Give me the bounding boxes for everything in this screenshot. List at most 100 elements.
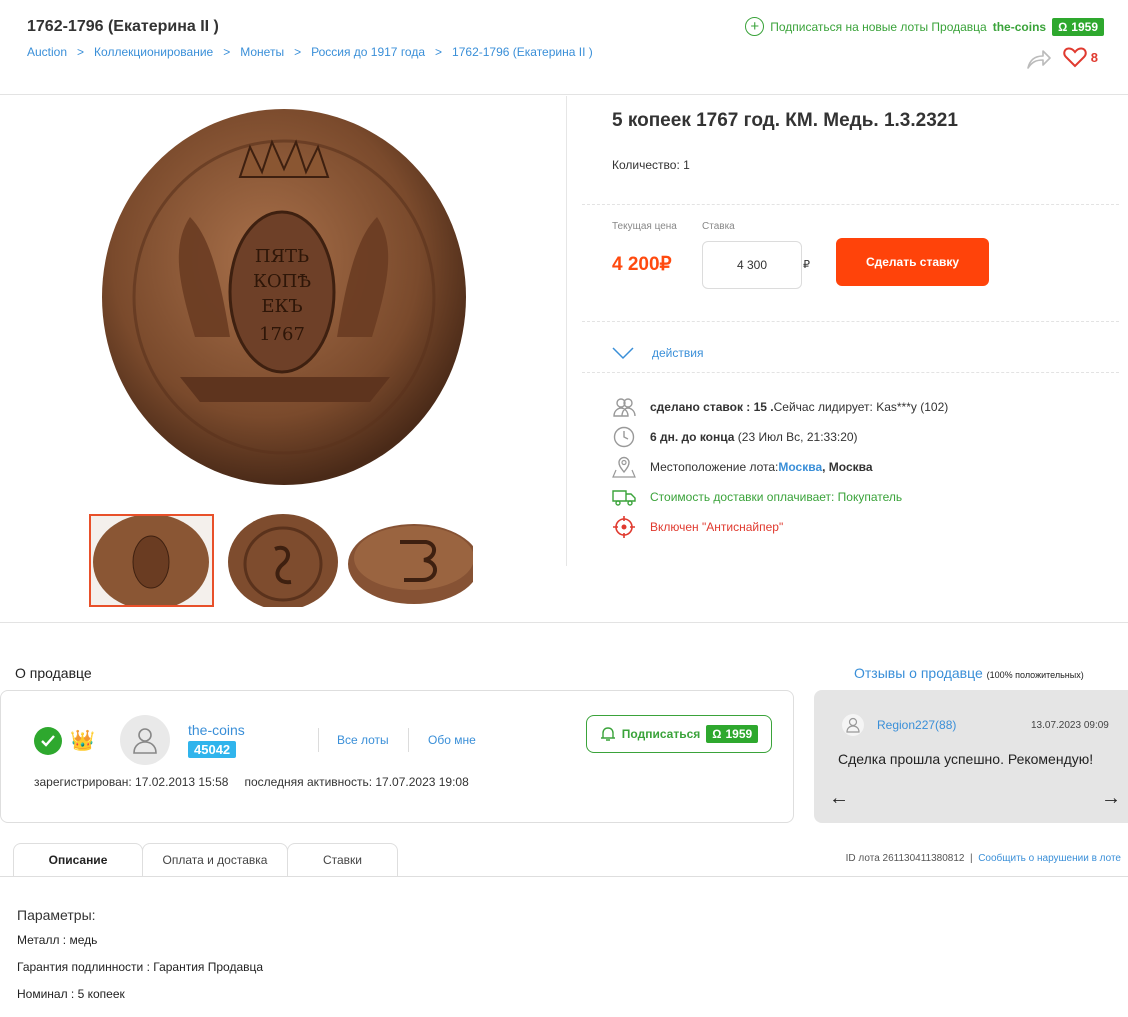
breadcrumb-separator: > — [294, 45, 302, 59]
seller-rating-badge: 45042 — [188, 741, 237, 758]
time-left: 6 дн. до конца — [650, 430, 735, 444]
reviews-title[interactable]: Отзывы о продавце (100% положительных) — [854, 665, 1084, 681]
breadcrumb-russia[interactable]: Россия до 1917 года — [311, 45, 425, 59]
all-lots-link[interactable]: Все лоты — [337, 733, 389, 747]
share-icon[interactable] — [1026, 47, 1052, 71]
avatar[interactable] — [120, 715, 170, 765]
subscribe-button[interactable]: Подписаться Ω 1959 — [586, 715, 772, 753]
location-city-link[interactable]: Москва — [778, 460, 822, 474]
target-icon — [613, 516, 635, 538]
plus-icon: + — [745, 17, 765, 36]
antisniper-text: Включен "Антиснайпер" — [650, 520, 784, 534]
location-label: Местоположение лота: — [650, 460, 779, 474]
end-date: (23 Июл Вс, 21:33:20) — [737, 430, 858, 444]
tab-payment-delivery[interactable]: Оплата и доставка — [142, 843, 288, 876]
bid-currency: ₽ — [803, 259, 810, 271]
seller-name[interactable]: the-coins — [993, 20, 1046, 34]
quantity: Количество: 1 — [612, 158, 690, 172]
divider — [408, 728, 409, 752]
divider — [0, 622, 1128, 623]
arrow-left-icon[interactable]: ← — [829, 787, 849, 810]
leader-text: Сейчас лидирует: Kas***y (102) — [773, 400, 949, 414]
thumbnail-2[interactable] — [227, 514, 352, 607]
breadcrumb-separator: > — [435, 45, 443, 59]
reviewer-name-link[interactable]: Region227(88) — [877, 718, 956, 732]
breadcrumb-separator: > — [223, 45, 231, 59]
review-text: Сделка прошла успешно. Рекомендую! — [838, 751, 1094, 767]
place-bid-button[interactable]: Сделать ставку — [836, 238, 989, 286]
tab-bids[interactable]: Ставки — [287, 843, 398, 876]
about-seller-title: О продавце — [15, 665, 92, 681]
bell-icon — [600, 727, 615, 741]
arrow-right-icon[interactable]: → — [1101, 787, 1121, 810]
time-left-info: 6 дн. до конца (23 Июл Вс, 21:33:20) — [612, 426, 858, 448]
reviewer-avatar — [842, 714, 864, 736]
param-metal: Металл : медь — [17, 933, 98, 947]
shipping-text: Стоимость доставки оплачивает: Покупател… — [650, 490, 903, 504]
subscribers-badge: Ω 1959 — [706, 725, 759, 743]
favorite-button[interactable]: 8 — [1063, 46, 1098, 68]
person-icon: Ω — [1058, 19, 1068, 34]
about-me-link[interactable]: Обо мне — [428, 733, 476, 747]
breadcrumb-separator: > — [77, 45, 85, 59]
shipping-info: Стоимость доставки оплачивает: Покупател… — [612, 486, 902, 508]
actions-label: действия — [652, 346, 704, 360]
breadcrumb-auction[interactable]: Auction — [27, 45, 67, 59]
chevron-down-icon — [612, 347, 634, 360]
separator: | — [967, 853, 976, 864]
svg-text:1767: 1767 — [259, 324, 305, 345]
thumbnail-3[interactable] — [348, 514, 473, 607]
seller-dates: зарегистрирован: 17.02.2013 15:58 послед… — [34, 775, 469, 789]
lot-title: 5 копеек 1767 год. КМ. Медь. 1.3.2321 — [612, 110, 958, 131]
user-icon — [133, 728, 157, 754]
seller-card — [0, 690, 794, 823]
location-region: , Москва — [822, 460, 873, 474]
seller-rating-badge: Ω 1959 — [1052, 17, 1104, 36]
person-icon: Ω — [712, 727, 722, 741]
last-activity: последняя активность: 17.07.2023 19:08 — [244, 775, 469, 789]
divider — [582, 372, 1119, 373]
breadcrumb-ekaterina[interactable]: 1762-1796 (Екатерина II ) — [452, 45, 593, 59]
params-title: Параметры: — [17, 907, 96, 923]
seller-name-link[interactable]: the-coins — [188, 722, 245, 738]
breadcrumb: Auction > Коллекционирование > Монеты > … — [27, 45, 593, 59]
truck-icon — [612, 490, 636, 506]
divider — [0, 94, 1128, 95]
param-denomination: Номинал : 5 копеек — [17, 987, 125, 1001]
subscribe-seller-link[interactable]: + Подписаться на новые лоты Продавца the… — [745, 17, 1104, 36]
tab-description[interactable]: Описание — [13, 843, 143, 876]
bids-info: сделано ставок : 15 .Сейчас лидирует: Ka… — [612, 396, 948, 418]
bid-amount-input[interactable] — [702, 241, 802, 289]
divider — [582, 204, 1119, 205]
param-authenticity: Гарантия подлинности : Гарантия Продавца — [17, 960, 264, 974]
lot-id-bar: ID лота 261130411380812 | Сообщить о нар… — [846, 853, 1121, 864]
svg-text:ЕКЪ: ЕКЪ — [261, 296, 302, 317]
current-price: 4 200₽ — [612, 254, 672, 275]
lot-id: ID лота 261130411380812 — [845, 853, 965, 864]
main-lot-image[interactable]: ПЯТЬ КОПѢ ЕКЪ 1767 — [100, 107, 468, 492]
thumbnail-1[interactable] — [89, 514, 214, 607]
report-violation-link[interactable]: Сообщить о нарушении в лоте — [978, 853, 1121, 864]
svg-text:КОПѢ: КОПѢ — [253, 271, 311, 292]
current-price-label: Текущая цена — [612, 221, 677, 232]
bids-count: сделано ставок : 15 . — [650, 400, 774, 414]
divider — [566, 96, 567, 566]
lot-tabs: Описание Оплата и доставка Ставки — [13, 843, 398, 876]
antisniper-info: Включен "Антиснайпер" — [612, 516, 783, 538]
crown-icon: 👑 — [70, 730, 95, 752]
verified-check-icon — [34, 727, 62, 755]
subscribe-text: Подписаться на новые лоты Продавца — [770, 19, 987, 34]
breadcrumb-collecting[interactable]: Коллекционирование — [94, 45, 213, 59]
subscribe-label: Подписаться — [621, 727, 701, 741]
actions-toggle[interactable]: действия — [612, 346, 703, 360]
positive-note: (100% положительных) — [986, 670, 1084, 680]
map-pin-icon — [612, 456, 636, 478]
registered-date: зарегистрирован: 17.02.2013 15:58 — [34, 775, 229, 789]
likes-count: 8 — [1090, 49, 1098, 65]
review-date: 13.07.2023 09:09 — [1031, 720, 1109, 731]
breadcrumb-coins[interactable]: Монеты — [240, 45, 284, 59]
coin-thumbnail-image — [348, 514, 473, 607]
heart-icon — [1063, 47, 1087, 68]
user-icon — [846, 717, 860, 733]
clock-icon — [613, 426, 635, 448]
